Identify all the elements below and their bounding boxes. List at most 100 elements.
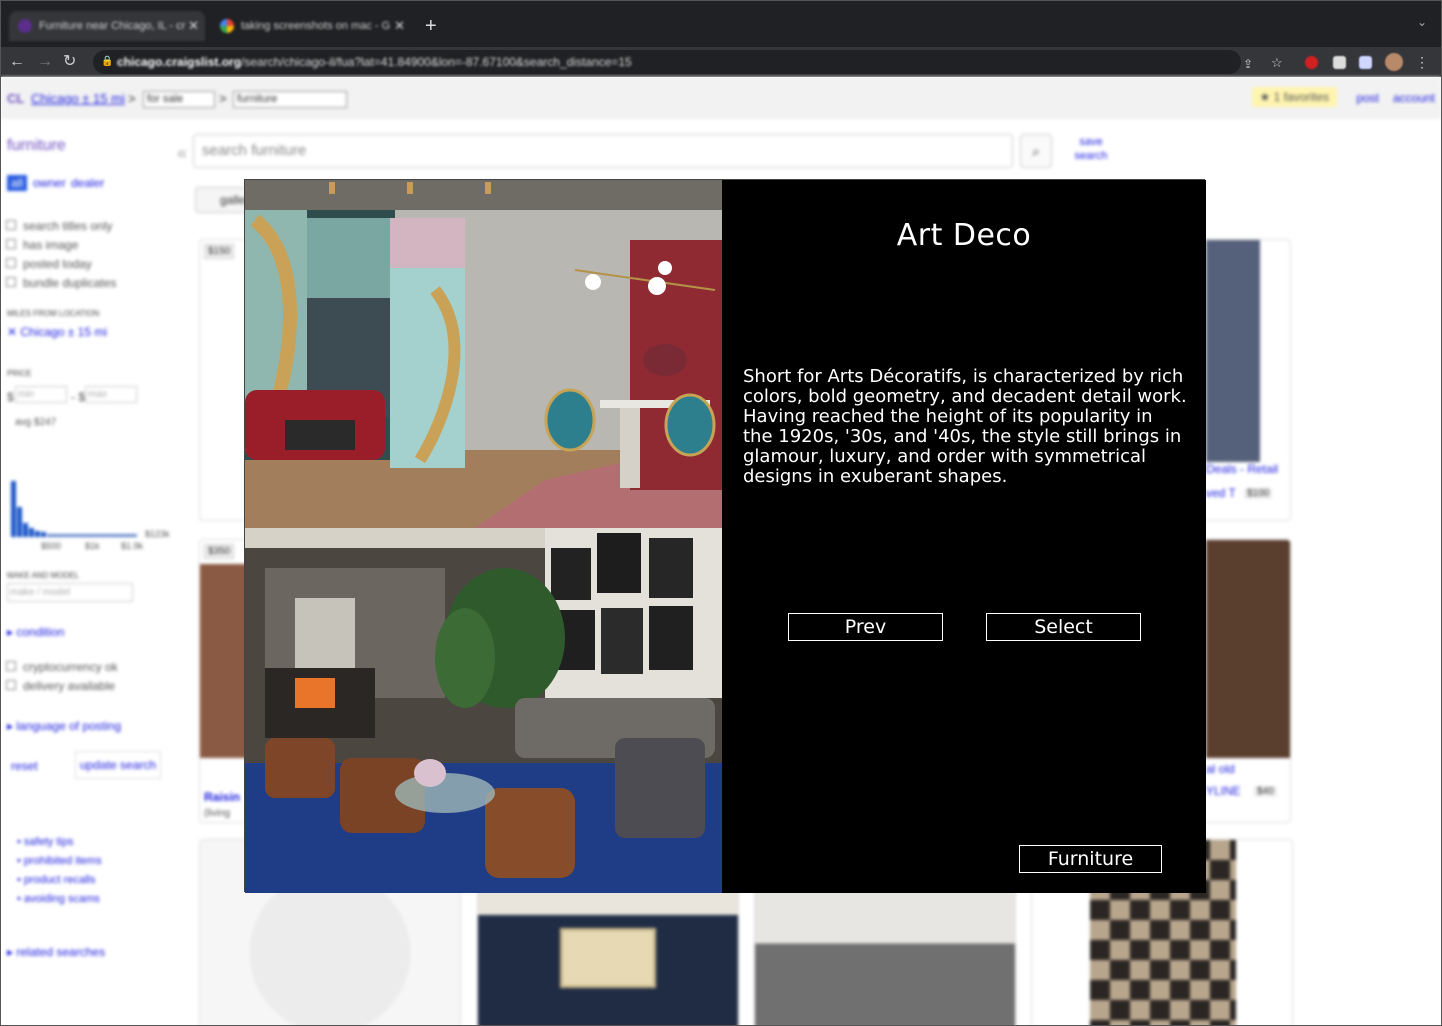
new-tab-icon[interactable]: +	[425, 13, 437, 39]
furniture-category-button[interactable]: Furniture	[1019, 845, 1162, 873]
art-deco-lounge-illustration	[245, 528, 722, 893]
collapse-sidebar-icon[interactable]: «	[177, 143, 187, 164]
language-toggle[interactable]: ▸ language of posting	[7, 719, 121, 733]
tab-search-icon[interactable]: ⌄	[1417, 15, 1427, 29]
location-chip[interactable]: ✕ Chicago ± 15 mi	[7, 325, 107, 339]
hist-tick: $1k	[85, 541, 100, 551]
listing-title[interactable]: Raisin	[204, 790, 240, 804]
bookmark-star-icon[interactable]: ☆	[1271, 52, 1283, 74]
cl-header: CL Chicago ± 15 mi > for sale > furnitur…	[1, 77, 1441, 119]
related-searches-toggle[interactable]: ▸ related searches	[7, 945, 105, 959]
subcategory-select[interactable]: furniture	[233, 91, 347, 108]
hist-tick: $1.9k	[121, 541, 144, 551]
select-button[interactable]: Select	[986, 613, 1141, 641]
result-card[interactable]: Deals - Retail ved T $100	[1191, 239, 1291, 521]
checkbox[interactable]	[6, 239, 16, 249]
make-label: MAKE AND MODEL	[7, 571, 80, 580]
search-input[interactable]: search furniture	[193, 134, 1013, 168]
favorites-label: 1 favorites	[1273, 90, 1329, 104]
favorites-link[interactable]: ★ 1 favorites	[1251, 87, 1337, 107]
craigslist-favicon-icon	[18, 19, 32, 33]
address-bar[interactable]: 🔒 chicago.craigslist.org/search/chicago-…	[93, 50, 1241, 74]
condition-toggle[interactable]: ▸ condition	[7, 625, 64, 639]
reset-button[interactable]: reset	[11, 759, 38, 773]
extension-window-icon[interactable]	[1359, 56, 1372, 69]
condition-label: condition	[16, 625, 65, 639]
extension-puzzle-icon[interactable]	[1333, 56, 1346, 69]
language-label: language of posting	[16, 719, 122, 733]
checkbox-label: cryptocurrency ok	[23, 660, 118, 674]
profile-avatar[interactable]	[1385, 53, 1403, 71]
filter-dealer[interactable]: dealer	[71, 176, 104, 190]
browser-tab-craigslist[interactable]: Furniture near Chicago, IL - cr ✕	[9, 11, 205, 41]
account-link[interactable]: account	[1393, 91, 1435, 105]
extension-red-icon[interactable]	[1305, 56, 1318, 69]
price-histogram	[11, 477, 171, 537]
close-tab-icon[interactable]: ✕	[394, 11, 405, 41]
safety-tips-link[interactable]: • safety tips	[17, 836, 73, 848]
histogram-bar	[41, 532, 46, 537]
checkbox[interactable]	[6, 220, 16, 230]
browser-toolbar: ← → ↻ 🔒 chicago.craigslist.org/search/ch…	[1, 47, 1441, 77]
checkbox[interactable]	[6, 258, 16, 268]
product-recalls-link[interactable]: • product recalls	[17, 874, 95, 886]
prohibited-items-link[interactable]: • prohibited items	[17, 855, 102, 867]
update-search-button[interactable]: update search	[75, 751, 162, 779]
category-select[interactable]: for sale	[143, 91, 215, 108]
link-label: avoiding scams	[23, 893, 100, 905]
reload-icon[interactable]: ↻	[63, 51, 76, 73]
checkbox-label: bundle duplicates	[23, 276, 117, 290]
checkbox[interactable]	[6, 680, 16, 690]
filter-all[interactable]: all	[7, 175, 28, 191]
listing-title[interactable]: al old	[1206, 762, 1235, 776]
forward-arrow-icon[interactable]: →	[37, 51, 53, 73]
style-title: Art Deco	[896, 218, 1032, 253]
filter-owner[interactable]: owner	[33, 176, 66, 190]
url-text: chicago.craigslist.org/search/chicago-il…	[117, 55, 632, 69]
google-favicon-icon	[220, 19, 234, 33]
post-link[interactable]: post	[1356, 91, 1379, 105]
url-path: /search/chicago-il/fua?lat=41.84900&lon=…	[241, 55, 632, 69]
art-deco-photo-lounge	[245, 528, 722, 893]
checkbox[interactable]	[6, 661, 16, 671]
checkbox[interactable]	[6, 277, 16, 287]
style-info-panel: Art Deco Short for Arts Décoratifs, is c…	[722, 180, 1206, 893]
share-icon[interactable]: ⇪	[1243, 53, 1253, 75]
save-search-link[interactable]: save search	[1071, 135, 1111, 163]
max-price-input[interactable]: max	[85, 386, 137, 403]
avoiding-scams-link[interactable]: • avoiding scams	[17, 893, 100, 905]
miles-label: MILES FROM LOCATION	[7, 309, 100, 318]
listing-title[interactable]: ved T	[1206, 486, 1236, 500]
cl-logo[interactable]: CL	[7, 91, 24, 106]
histogram-bar	[17, 507, 22, 537]
make-model-input[interactable]: make / model	[7, 583, 133, 602]
price-badge: $150	[204, 244, 235, 259]
histogram-bar	[35, 531, 40, 537]
breadcrumb-separator: >	[219, 91, 227, 106]
close-tab-icon[interactable]: ✕	[188, 11, 199, 41]
link-label: product recalls	[23, 874, 96, 886]
listing-title[interactable]: YLINE	[1206, 784, 1241, 798]
sidebar-title: furniture	[7, 137, 66, 154]
price-badge: $40	[1254, 786, 1277, 797]
browser-tab-google[interactable]: taking screenshots on mac - G ✕	[211, 11, 411, 41]
histogram-tail	[47, 534, 137, 537]
checkbox-label: search titles only	[23, 219, 113, 233]
price-badge: $100	[1244, 488, 1273, 499]
histogram-bar	[11, 481, 16, 537]
avg-price: avg $247	[15, 417, 57, 428]
location-link[interactable]: Chicago ± 15 mi	[31, 91, 125, 106]
listing-photo	[1206, 240, 1260, 462]
back-arrow-icon[interactable]: ←	[9, 51, 25, 73]
search-icon[interactable]: ⌕	[1020, 134, 1052, 168]
location-chip-label: Chicago ± 15 mi	[20, 325, 108, 339]
listing-title[interactable]: Deals - Retail	[1206, 462, 1278, 476]
save-search-label: save search	[1074, 136, 1108, 162]
art-deco-interior-illustration	[245, 180, 722, 528]
tab-title: taking screenshots on mac - G	[241, 20, 391, 32]
link-label: prohibited items	[23, 855, 102, 867]
prev-button[interactable]: Prev	[788, 613, 943, 641]
min-price-input[interactable]: min	[15, 386, 67, 403]
browser-menu-icon[interactable]: ⋮	[1415, 51, 1429, 73]
result-card[interactable]: al old YLINE $40	[1191, 539, 1291, 823]
